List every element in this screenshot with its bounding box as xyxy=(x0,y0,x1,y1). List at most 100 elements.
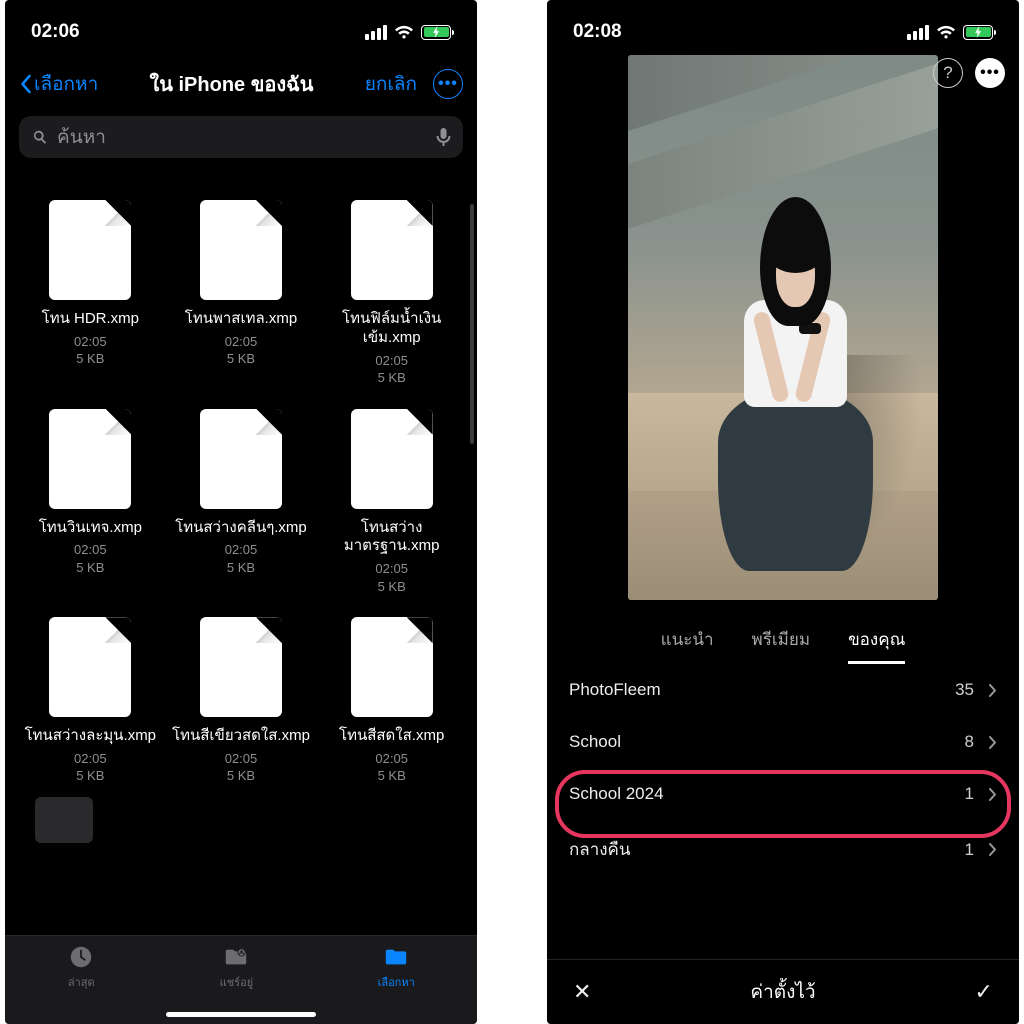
file-item[interactable]: โทนสว่างมาตรฐาน.xmp 02:055 KB xyxy=(316,409,467,596)
clock-icon xyxy=(67,944,95,970)
file-name: โทนสีเขียวสดใส.xmp xyxy=(172,727,310,746)
close-button[interactable]: ✕ xyxy=(573,979,591,1005)
preset-row[interactable]: School 8 xyxy=(547,716,1019,768)
preset-count: 35 xyxy=(955,680,974,700)
nav-bar: เลือกหา ใน iPhone ของฉัน ยกเลิก ••• xyxy=(5,58,477,106)
preset-name: School xyxy=(569,732,621,752)
options-button[interactable]: ••• xyxy=(975,58,1005,88)
search-field[interactable]: ค้นหา xyxy=(19,116,463,158)
file-grid: โทน HDR.xmp 02:055 KB โทนพาสเทล.xmp 02:0… xyxy=(5,200,477,785)
back-button[interactable]: เลือกหา xyxy=(19,69,98,99)
preset-row[interactable]: School 2024 1 xyxy=(547,768,1019,820)
tab-recent[interactable]: ล่าสุด xyxy=(67,944,95,991)
more-button[interactable]: ••• xyxy=(433,69,463,99)
file-meta: 02:055 KB xyxy=(375,352,408,387)
tab-recommended[interactable]: แนะนำ xyxy=(661,626,714,664)
tab-yours[interactable]: ของคุณ xyxy=(848,626,905,664)
home-indicator[interactable] xyxy=(166,1012,316,1017)
tab-browse-label: เลือกหา xyxy=(378,973,415,991)
file-name: โทนสีสดใส.xmp xyxy=(339,727,444,746)
file-item[interactable]: โทนฟิล์มน้ำเงินเข้ม.xmp 02:055 KB xyxy=(316,200,467,387)
wifi-icon xyxy=(936,25,956,40)
preset-name: กลางคืน xyxy=(569,836,631,863)
battery-icon xyxy=(963,25,993,40)
help-button[interactable]: ? xyxy=(933,58,963,88)
preset-count: 8 xyxy=(965,732,974,752)
mic-icon[interactable] xyxy=(436,127,451,147)
file-meta: 02:055 KB xyxy=(74,750,107,785)
preset-name: School 2024 xyxy=(569,784,664,804)
search-placeholder: ค้นหา xyxy=(57,122,428,152)
status-icons xyxy=(907,25,993,40)
status-bar: 02:08 xyxy=(547,0,1019,58)
file-item[interactable]: โทนวินเทจ.xmp 02:055 KB xyxy=(15,409,166,596)
status-bar: 02:06 xyxy=(5,0,477,58)
bottom-bar: ✕ ค่าตั้งไว้ ✓ xyxy=(547,959,1019,1024)
file-name: โทนสว่างมาตรฐาน.xmp xyxy=(322,519,462,557)
file-meta: 02:055 KB xyxy=(74,541,107,576)
cancel-button[interactable]: ยกเลิก xyxy=(365,69,417,99)
file-item[interactable]: โทนสีสดใส.xmp 02:055 KB xyxy=(316,617,467,785)
wifi-icon xyxy=(394,25,414,40)
battery-icon xyxy=(421,25,451,40)
lr-top-buttons: ? ••• xyxy=(933,58,1005,88)
file-icon xyxy=(200,409,282,509)
shared-folder-icon xyxy=(222,944,250,970)
tab-browse[interactable]: เลือกหา xyxy=(378,944,415,991)
file-icon xyxy=(49,617,131,717)
file-item[interactable]: โทน HDR.xmp 02:055 KB xyxy=(15,200,166,387)
file-meta: 02:055 KB xyxy=(225,750,258,785)
tab-shared[interactable]: แชร์อยู่ xyxy=(220,944,254,991)
preset-row[interactable]: PhotoFleem 35 xyxy=(547,664,1019,716)
preset-row[interactable]: กลางคืน 1 xyxy=(547,820,1019,879)
file-name: โทนฟิล์มน้ำเงินเข้ม.xmp xyxy=(322,310,462,348)
confirm-button[interactable]: ✓ xyxy=(975,979,993,1005)
search-icon xyxy=(31,128,49,146)
person-illustration xyxy=(715,197,876,579)
file-meta: 02:055 KB xyxy=(74,333,107,368)
file-item[interactable]: โทนพาสเทล.xmp 02:055 KB xyxy=(166,200,317,387)
chevron-right-icon xyxy=(988,735,997,750)
file-name: โทน HDR.xmp xyxy=(42,310,139,329)
chevron-right-icon xyxy=(988,787,997,802)
signal-icon xyxy=(365,25,387,40)
tab-bar: ล่าสุด แชร์อยู่ เลือกหา xyxy=(5,935,477,1024)
tab-premium[interactable]: พรีเมียม xyxy=(752,626,811,664)
tab-shared-label: แชร์อยู่ xyxy=(220,973,254,991)
file-item[interactable]: โทนสว่างละมุน.xmp 02:055 KB xyxy=(15,617,166,785)
back-label: เลือกหา xyxy=(34,69,98,99)
phone-lightroom: 02:08 ? ••• xyxy=(547,0,1019,1024)
file-name: โทนสว่างคลีนๆ.xmp xyxy=(175,519,307,538)
file-name: โทนพาสเทล.xmp xyxy=(185,310,297,329)
chevron-right-icon xyxy=(988,842,997,857)
status-time: 02:06 xyxy=(31,21,80,43)
scrollbar[interactable] xyxy=(470,204,474,444)
file-icon xyxy=(351,200,433,300)
signal-icon xyxy=(907,25,929,40)
file-meta: 02:055 KB xyxy=(375,560,408,595)
partial-thumbnail[interactable] xyxy=(35,797,93,843)
file-icon xyxy=(200,200,282,300)
panel-title: ค่าตั้งไว้ xyxy=(750,977,815,1007)
file-icon xyxy=(49,200,131,300)
file-meta: 02:055 KB xyxy=(225,541,258,576)
file-name: โทนสว่างละมุน.xmp xyxy=(25,727,156,746)
file-meta: 02:055 KB xyxy=(375,750,408,785)
photo-preview[interactable] xyxy=(628,55,938,600)
file-name: โทนวินเทจ.xmp xyxy=(39,519,142,538)
phone-files: 02:06 เลือกหา ใน iPhone ของฉัน ยกเลิก xyxy=(5,0,477,1024)
file-icon xyxy=(49,409,131,509)
file-icon xyxy=(351,409,433,509)
preset-name: PhotoFleem xyxy=(569,680,661,700)
chevron-right-icon xyxy=(988,683,997,698)
preset-count: 1 xyxy=(965,784,974,804)
file-item[interactable]: โทนสว่างคลีนๆ.xmp 02:055 KB xyxy=(166,409,317,596)
file-meta: 02:055 KB xyxy=(225,333,258,368)
preset-list: PhotoFleem 35 School 8 School 2024 1 กลา… xyxy=(547,664,1019,879)
status-icons xyxy=(365,25,451,40)
tab-recent-label: ล่าสุด xyxy=(68,973,95,991)
folder-icon xyxy=(382,944,410,970)
file-icon xyxy=(351,617,433,717)
status-time: 02:08 xyxy=(573,21,622,43)
file-item[interactable]: โทนสีเขียวสดใส.xmp 02:055 KB xyxy=(166,617,317,785)
